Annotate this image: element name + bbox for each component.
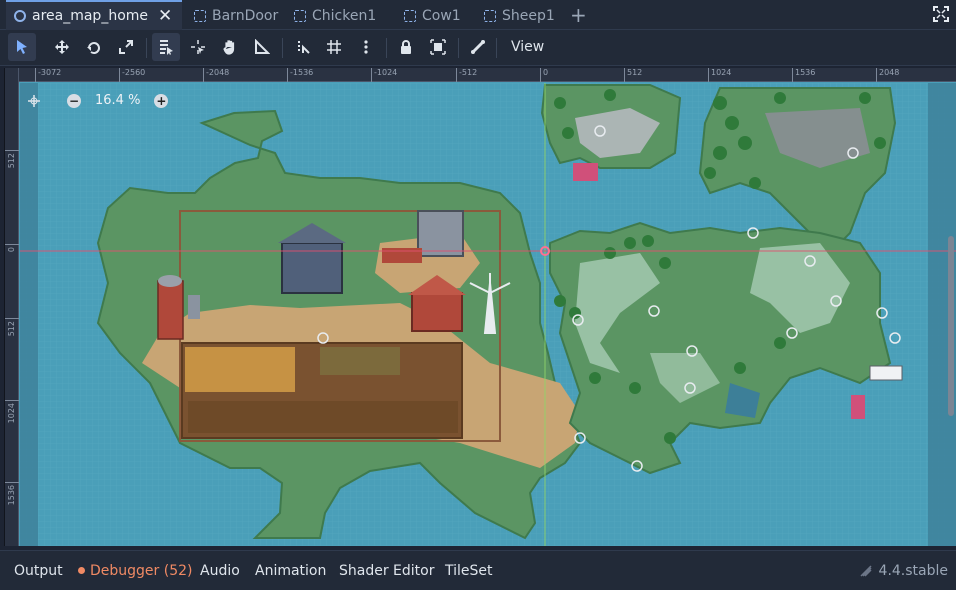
tab-label: Sheep1 bbox=[502, 8, 555, 24]
rotate-icon bbox=[87, 42, 100, 54]
map-render bbox=[20, 83, 956, 546]
ruler-tick: -2048 bbox=[203, 68, 229, 82]
pivot-icon bbox=[191, 40, 205, 54]
ruler-tick: -512 bbox=[456, 68, 477, 82]
ruler-tick: 1536 bbox=[5, 482, 19, 505]
red-barn bbox=[411, 292, 463, 332]
zoom-controls: − 16.4 % + bbox=[27, 93, 169, 108]
scene-icon bbox=[404, 10, 416, 22]
bone-icon bbox=[471, 40, 485, 54]
version-label[interactable]: 4.4.stable bbox=[859, 563, 948, 579]
tab-label: area_map_home bbox=[32, 8, 149, 24]
pan-tool-button[interactable] bbox=[216, 33, 244, 61]
ruler-vertical[interactable]: 512 0 512 1024 1536 bbox=[5, 68, 19, 546]
canvas-viewport[interactable]: -3072 -2560 -2048 -1536 -1024 -512 0 512… bbox=[4, 68, 956, 546]
ruler-icon bbox=[255, 39, 270, 54]
select-arrow-icon bbox=[17, 40, 27, 54]
silo-barn bbox=[417, 210, 464, 257]
ruler-tick: 0 bbox=[540, 68, 548, 82]
scene-icon bbox=[294, 10, 306, 22]
separator bbox=[458, 38, 459, 58]
group-icon bbox=[430, 39, 446, 55]
output-tab[interactable]: Output bbox=[14, 563, 63, 579]
separator bbox=[146, 38, 147, 58]
separator bbox=[282, 38, 283, 58]
tilemap-canvas[interactable] bbox=[20, 83, 956, 546]
distraction-free-icon[interactable] bbox=[932, 5, 950, 23]
group-button[interactable] bbox=[424, 33, 452, 61]
node2d-icon bbox=[14, 10, 26, 22]
hand-icon bbox=[223, 40, 235, 55]
vertical-scrollbar[interactable] bbox=[948, 236, 954, 416]
ruler-tick: -1536 bbox=[287, 68, 313, 82]
zoom-out-button[interactable]: − bbox=[67, 93, 81, 108]
snap-options-button[interactable] bbox=[352, 33, 380, 61]
zoom-level[interactable]: 16.4 % bbox=[89, 93, 146, 108]
ruler-tick: 0 bbox=[5, 244, 19, 252]
tab-label: Cow1 bbox=[422, 8, 461, 24]
godot-editor: area_map_home ✕ BarnDoor Chicken1 Cow1 S… bbox=[0, 0, 956, 590]
tab-label: Chicken1 bbox=[312, 8, 377, 24]
scene-icon bbox=[194, 10, 206, 22]
scene-icon bbox=[484, 10, 496, 22]
ruler-tick: 1536 bbox=[792, 68, 815, 82]
tab-label: BarnDoor bbox=[212, 8, 279, 24]
center-view-icon[interactable] bbox=[27, 94, 41, 108]
skeleton-button[interactable] bbox=[464, 33, 492, 61]
ruler-tick: -3072 bbox=[35, 68, 61, 82]
tab-cow1[interactable]: Cow1 bbox=[396, 2, 461, 30]
ruler-tick: -2560 bbox=[119, 68, 145, 82]
ruler-horizontal[interactable]: -3072 -2560 -2048 -1536 -1024 -512 0 512… bbox=[5, 68, 956, 82]
update-spinner-icon bbox=[860, 565, 872, 577]
smart-snap-icon bbox=[298, 41, 310, 54]
move-tool-button[interactable] bbox=[48, 33, 76, 61]
pink-marker bbox=[851, 395, 865, 419]
boat bbox=[869, 365, 903, 381]
silo bbox=[157, 280, 184, 340]
separator bbox=[496, 38, 497, 58]
tab-sheep1[interactable]: Sheep1 bbox=[476, 2, 555, 30]
bottom-panel-bar: Output Debugger (52) Audio Animation Sha… bbox=[0, 550, 956, 590]
select-tool-button[interactable] bbox=[8, 33, 36, 61]
list-select-icon bbox=[160, 40, 173, 55]
more-icon bbox=[364, 40, 368, 54]
separator bbox=[386, 38, 387, 58]
canvas-toolbar: View bbox=[0, 30, 956, 66]
scale-tool-button[interactable] bbox=[112, 33, 140, 61]
audio-tab[interactable]: Audio bbox=[200, 563, 240, 579]
view-menu-button[interactable]: View bbox=[504, 33, 551, 61]
list-select-button[interactable] bbox=[152, 33, 180, 61]
smart-snap-button[interactable] bbox=[290, 33, 318, 61]
ruler-tool-button[interactable] bbox=[248, 33, 276, 61]
ruler-tick: 512 bbox=[624, 68, 642, 82]
scene-tab-bar: area_map_home ✕ BarnDoor Chicken1 Cow1 S… bbox=[0, 0, 956, 30]
grid-snap-button[interactable] bbox=[320, 33, 348, 61]
ruler-tick: 512 bbox=[5, 318, 19, 336]
move-icon bbox=[55, 40, 69, 54]
tab-area-map-home[interactable]: area_map_home ✕ bbox=[6, 0, 182, 30]
close-icon[interactable]: ✕ bbox=[158, 6, 172, 26]
grid-snap-icon bbox=[327, 40, 341, 54]
lock-button[interactable] bbox=[392, 33, 420, 61]
shader-editor-tab[interactable]: Shader Editor bbox=[339, 563, 434, 579]
ruler-tick: 1024 bbox=[5, 400, 19, 423]
add-tab-icon[interactable]: + bbox=[570, 3, 587, 27]
animation-tab[interactable]: Animation bbox=[255, 563, 326, 579]
pivot-tool-button[interactable] bbox=[184, 33, 212, 61]
tileset-tab[interactable]: TileSet bbox=[445, 563, 493, 579]
ruler-tick: 1024 bbox=[708, 68, 731, 82]
scale-icon bbox=[119, 40, 133, 54]
tab-barndoor[interactable]: BarnDoor bbox=[186, 2, 278, 30]
zoom-in-button[interactable]: + bbox=[154, 93, 169, 108]
lock-icon bbox=[401, 40, 411, 54]
tab-chicken1[interactable]: Chicken1 bbox=[286, 2, 376, 30]
ruler-tick: -1024 bbox=[371, 68, 397, 82]
ruler-tick: 2048 bbox=[876, 68, 899, 82]
rotate-tool-button[interactable] bbox=[80, 33, 108, 61]
ruler-tick: 512 bbox=[5, 150, 19, 168]
pink-marker bbox=[573, 163, 598, 181]
debugger-tab[interactable]: Debugger (52) bbox=[78, 563, 192, 579]
warning-dot-icon bbox=[78, 567, 85, 574]
